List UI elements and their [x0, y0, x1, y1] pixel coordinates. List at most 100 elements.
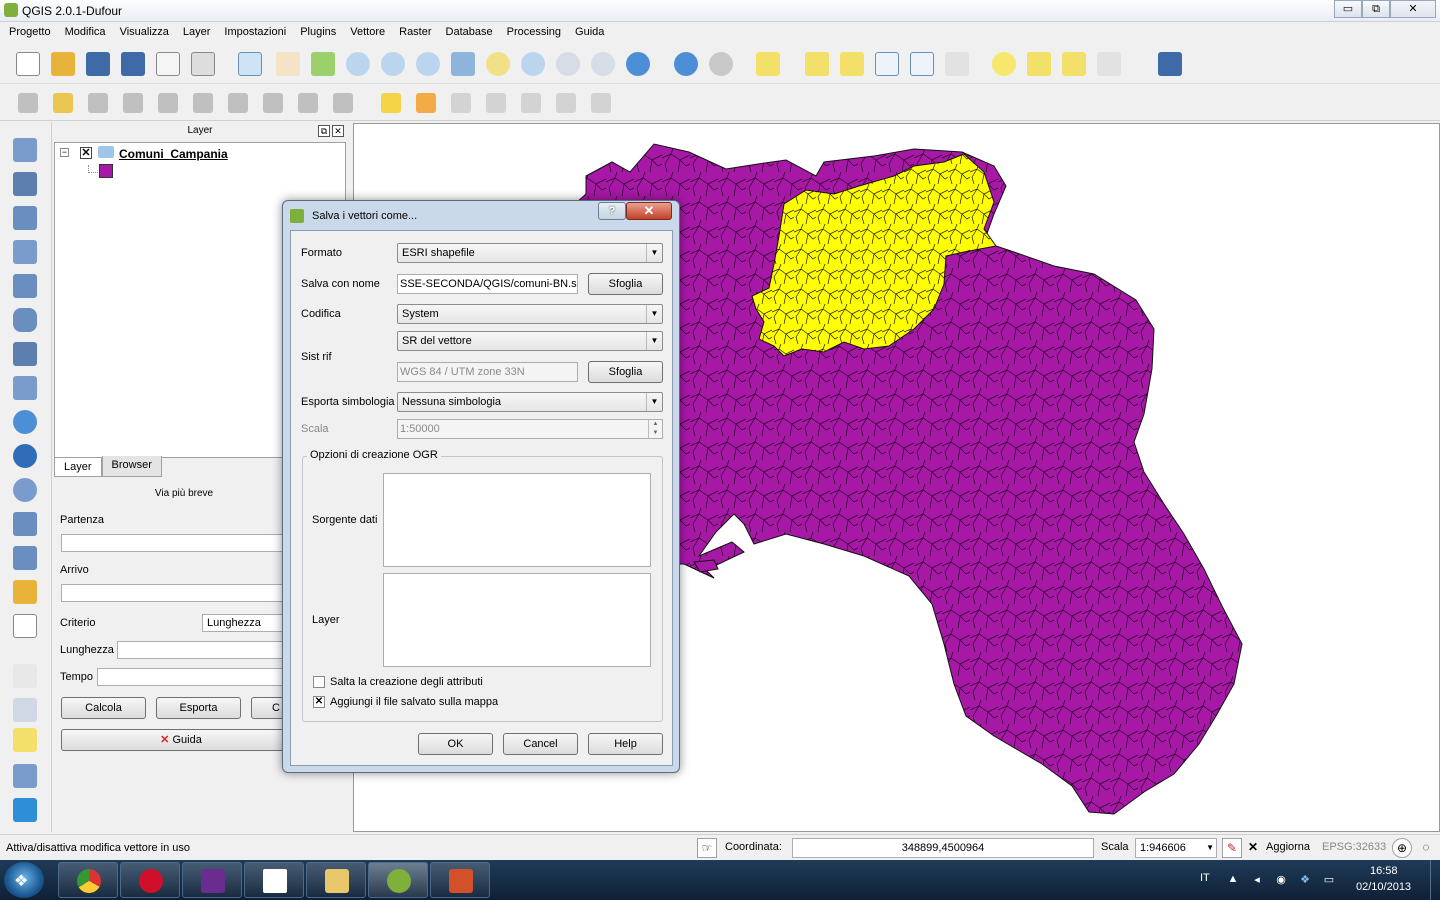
- zoom-in-icon[interactable]: [346, 52, 370, 76]
- esporta-button[interactable]: Esporta: [156, 697, 241, 719]
- render-checkbox[interactable]: ✕: [1246, 838, 1260, 858]
- pointer-icon[interactable]: ☞: [697, 838, 717, 858]
- help-contents-icon[interactable]: [1158, 52, 1182, 76]
- attribute-table-icon[interactable]: [875, 52, 899, 76]
- toggle-editing-icon[interactable]: [18, 93, 38, 113]
- sistrif-select[interactable]: SR del vettore ▼: [397, 331, 663, 351]
- spin-arrows-icon[interactable]: ▲ ▼: [648, 420, 662, 438]
- label-show-icon[interactable]: [486, 93, 506, 113]
- composer-manager-icon[interactable]: [191, 52, 215, 76]
- add-mssql-icon[interactable]: [13, 274, 37, 298]
- crosshair-icon[interactable]: [13, 664, 37, 688]
- node-tool-icon[interactable]: [193, 93, 213, 113]
- add-to-map-checkbox[interactable]: ✕: [313, 696, 325, 708]
- start-button[interactable]: ❖: [4, 862, 44, 898]
- show-bookmarks-icon[interactable]: [1062, 52, 1086, 76]
- show-hidden-icon[interactable]: ▲: [1226, 873, 1240, 887]
- zoom-selection-icon[interactable]: [486, 52, 510, 76]
- text-annotation-icon[interactable]: [1097, 52, 1121, 76]
- pencil-icon[interactable]: [53, 93, 73, 113]
- tempo-field[interactable]: [97, 668, 302, 686]
- zoom-next-icon[interactable]: [591, 52, 615, 76]
- panel-close-button[interactable]: ✕: [332, 125, 344, 137]
- tab-browser[interactable]: Browser: [101, 456, 162, 477]
- menu-guida[interactable]: Guida: [568, 23, 611, 43]
- taskbar-qgis[interactable]: [368, 862, 428, 898]
- menu-processing[interactable]: Processing: [500, 23, 568, 43]
- new-print-composer-icon[interactable]: [156, 52, 180, 76]
- menu-visualizza[interactable]: Visualizza: [113, 23, 176, 43]
- help-button[interactable]: Help: [588, 733, 663, 755]
- add-spatialite-icon[interactable]: [13, 240, 37, 264]
- add-delimited-text-icon[interactable]: [13, 478, 37, 502]
- crs-status-icon[interactable]: ⊕: [1392, 838, 1412, 858]
- calcola-button[interactable]: Calcola: [61, 697, 146, 719]
- georeferencer-icon[interactable]: [13, 798, 37, 822]
- zoom-layer-icon[interactable]: [521, 52, 545, 76]
- new-project-icon[interactable]: [16, 52, 40, 76]
- cancel-button[interactable]: Cancel: [503, 733, 578, 755]
- pan-to-selection-icon[interactable]: [238, 52, 262, 76]
- delete-selected-icon[interactable]: [228, 93, 248, 113]
- measure-icon[interactable]: [945, 52, 969, 76]
- taskbar-explorer[interactable]: [306, 862, 366, 898]
- layer-name[interactable]: Comuni_Campania: [119, 147, 228, 161]
- add-oracle-icon[interactable]: [13, 308, 37, 332]
- add-wfs-icon[interactable]: [13, 410, 37, 434]
- language-indicator[interactable]: IT: [1200, 872, 1210, 884]
- zoom-last-icon[interactable]: [556, 52, 580, 76]
- cut-icon[interactable]: [263, 93, 283, 113]
- taskbar-opera[interactable]: [120, 862, 180, 898]
- add-postgis-icon[interactable]: [13, 206, 37, 230]
- route-points-icon[interactable]: [13, 728, 37, 752]
- save-edits-icon[interactable]: [88, 93, 108, 113]
- minimize-button[interactable]: ▭: [1334, 0, 1362, 18]
- open-project-icon[interactable]: [51, 52, 75, 76]
- add-wms-icon[interactable]: [13, 342, 37, 366]
- epsg-label[interactable]: EPSG:32633: [1322, 841, 1386, 853]
- add-gpx-icon[interactable]: [13, 512, 37, 536]
- vertex-tool-icon[interactable]: [13, 698, 37, 722]
- dialog-help-button[interactable]: ?: [598, 202, 626, 220]
- volume-icon[interactable]: ◂: [1250, 873, 1264, 887]
- sfoglia-button[interactable]: Sfoglia: [588, 273, 663, 295]
- copy-icon[interactable]: [298, 93, 318, 113]
- move-feature-icon[interactable]: [158, 93, 178, 113]
- update-icon[interactable]: ◉: [1274, 873, 1288, 887]
- panel-float-button[interactable]: ⧉: [318, 125, 330, 137]
- label-pin-icon[interactable]: [416, 93, 436, 113]
- sfoglia-crs-button[interactable]: Sfoglia: [588, 361, 663, 383]
- add-feature-icon[interactable]: [123, 93, 143, 113]
- layer-textarea[interactable]: [383, 573, 651, 667]
- clock-date[interactable]: 02/10/2013: [1356, 881, 1411, 893]
- taskbar-chrome[interactable]: [58, 862, 118, 898]
- deselect-icon[interactable]: [805, 52, 829, 76]
- sorgente-textarea[interactable]: [383, 473, 651, 567]
- dialog-close-button[interactable]: ✕: [626, 202, 672, 220]
- skip-attributes-checkbox[interactable]: [313, 676, 325, 688]
- add-raster-icon[interactable]: [13, 172, 37, 196]
- paste-icon[interactable]: [333, 93, 353, 113]
- tab-layer[interactable]: Layer: [54, 458, 102, 477]
- scala-combo[interactable]: 1:946606 ▼: [1135, 838, 1217, 858]
- label-icon[interactable]: [381, 93, 401, 113]
- maximize-button[interactable]: ⧉: [1362, 0, 1390, 18]
- label-highlight-icon[interactable]: [451, 93, 471, 113]
- partenza-field[interactable]: [61, 534, 301, 552]
- identify-icon[interactable]: [674, 52, 698, 76]
- save-as-icon[interactable]: [121, 52, 145, 76]
- add-globe-icon[interactable]: [13, 444, 37, 468]
- select-expression-icon[interactable]: [840, 52, 864, 76]
- zoom-native-icon[interactable]: [416, 52, 440, 76]
- taskbar-acrobat[interactable]: [244, 862, 304, 898]
- filename-input[interactable]: SSE-SECONDA/QGIS/comuni-BN.shp: [397, 274, 578, 294]
- close-button[interactable]: ✕: [1390, 0, 1436, 18]
- ok-button[interactable]: OK: [418, 733, 493, 755]
- formato-select[interactable]: ESRI shapefile ▼: [397, 243, 663, 263]
- menu-layer[interactable]: Layer: [176, 23, 218, 43]
- scala-spinbox[interactable]: 1:50000 ▲ ▼: [397, 419, 663, 439]
- pan-hand-icon[interactable]: [276, 52, 300, 76]
- label-rotate-icon[interactable]: [556, 93, 576, 113]
- clock-time[interactable]: 16:58: [1370, 865, 1398, 877]
- guida-button[interactable]: ✕ Guida: [61, 729, 301, 751]
